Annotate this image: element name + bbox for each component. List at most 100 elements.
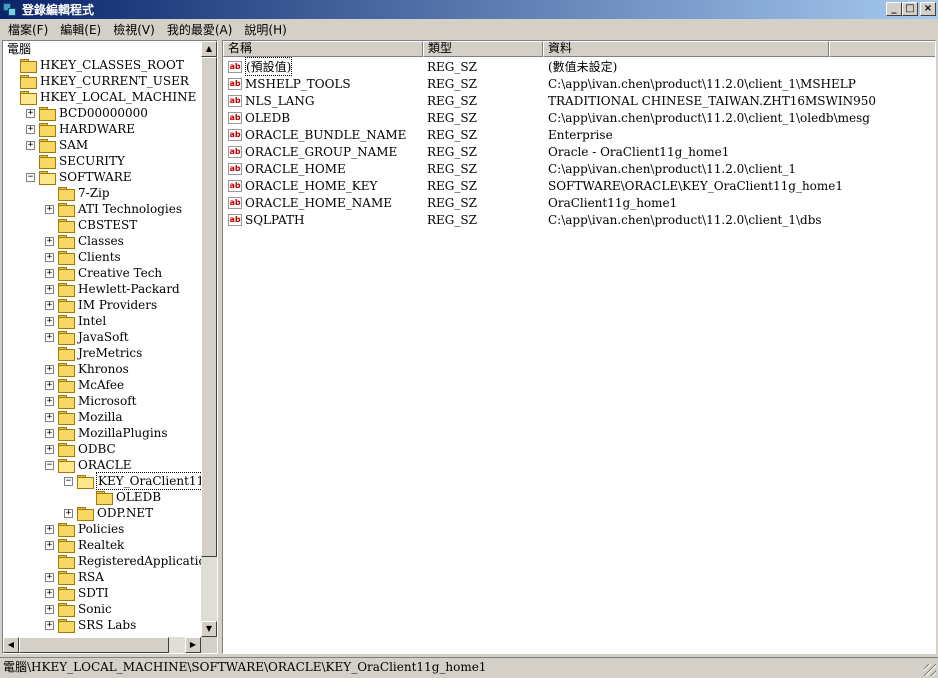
value-row[interactable]: ab MSHELP_TOOLS REG_SZ C:\app\ivan.chen\pro…	[223, 75, 923, 92]
tree-item-label[interactable]: ODBC	[77, 441, 117, 457]
value-name-cell[interactable]: ab ORACLE_GROUP_NAME	[223, 145, 423, 159]
value-name-cell[interactable]: ab ORACLE_HOME_KEY	[223, 179, 423, 193]
tree-item-label[interactable]: Clients	[77, 249, 122, 265]
resize-grip-icon[interactable]	[924, 664, 936, 676]
scroll-left-arrow-icon[interactable]: ◀	[3, 637, 19, 653]
menu-view[interactable]: 檢視(V)	[107, 21, 161, 38]
key-tree-pane[interactable]: 電腦 HKEY_CLASSES_ROOT HKEY_CURRENT_USER HKE…	[2, 40, 218, 654]
tree-item-label[interactable]: OLEDB	[115, 489, 162, 505]
tree-item[interactable]: + McAfee	[45, 377, 125, 393]
tree-item-label[interactable]: Hewlett-Packard	[77, 281, 181, 297]
tree-item-label[interactable]: 7-Zip	[77, 185, 111, 201]
tree-item-label[interactable]: IM Providers	[77, 297, 158, 313]
expand-plus-icon[interactable]: +	[45, 428, 54, 438]
expand-plus-icon[interactable]: +	[45, 300, 54, 310]
expand-plus-icon[interactable]: +	[45, 396, 54, 406]
expand-plus-icon[interactable]: +	[45, 204, 54, 214]
column-header-data[interactable]: 資料	[543, 41, 829, 57]
value-name[interactable]: SQLPATH	[245, 213, 304, 227]
value-row[interactable]: ab SQLPATH REG_SZ C:\app\ivan.chen\product\…	[223, 211, 923, 228]
value-row[interactable]: ab ORACLE_HOME_KEY REG_SZ SOFTWARE\ORACLE\K…	[223, 177, 923, 194]
tree-item[interactable]: − KEY_OraClient11g_home1	[64, 472, 201, 490]
tree-item-label[interactable]: Khronos	[77, 361, 130, 377]
tree-item-label[interactable]: RSA	[77, 569, 105, 585]
collapse-minus-icon[interactable]: −	[45, 460, 54, 470]
tree-item[interactable]: + HARDWARE	[26, 121, 136, 137]
tree-item[interactable]: JreMetrics	[45, 345, 143, 361]
tree-item-label[interactable]: Mozilla	[77, 409, 124, 425]
expand-plus-icon[interactable]: +	[45, 268, 54, 278]
expand-plus-icon[interactable]: +	[26, 124, 35, 134]
tree-item-label[interactable]: ATI Technologies	[77, 201, 183, 217]
tree-item[interactable]: + Mozilla	[45, 409, 124, 425]
tree-item-label[interactable]: RegisteredApplications	[77, 553, 201, 569]
value-name[interactable]: ORACLE_GROUP_NAME	[245, 145, 397, 159]
value-name[interactable]: NLS_LANG	[245, 94, 314, 108]
value-row[interactable]: ab (預設值) REG_SZ (數值未設定)	[223, 57, 923, 76]
tree-item-label[interactable]: McAfee	[77, 377, 125, 393]
tree-item-label[interactable]: Sonic	[77, 601, 113, 617]
value-name-cell[interactable]: ab ORACLE_HOME	[223, 162, 423, 176]
title-bar[interactable]: 登錄編輯程式 _ □ ×	[0, 0, 938, 19]
tree-item[interactable]: + ODBC	[45, 441, 117, 457]
tree-item-label[interactable]: Classes	[77, 233, 125, 249]
tree-horizontal-scrollbar[interactable]: ◀ ▶	[3, 637, 201, 653]
expand-plus-icon[interactable]: +	[45, 284, 54, 294]
expand-plus-icon[interactable]: +	[45, 316, 54, 326]
minimize-button[interactable]: _	[886, 2, 902, 16]
expand-plus-icon[interactable]: +	[45, 332, 54, 342]
expand-plus-icon[interactable]: +	[26, 140, 35, 150]
expand-plus-icon[interactable]: +	[45, 524, 54, 534]
tree-item-label[interactable]: SDTI	[77, 585, 110, 601]
maximize-button[interactable]: □	[902, 2, 918, 16]
tree-item[interactable]: + IM Providers	[45, 297, 158, 313]
tree-item[interactable]: + Creative Tech	[45, 265, 163, 281]
expand-plus-icon[interactable]: +	[45, 380, 54, 390]
collapse-minus-icon[interactable]: −	[64, 476, 73, 486]
value-name[interactable]: ORACLE_HOME_KEY	[245, 179, 377, 193]
value-name-cell[interactable]: ab (預設值)	[223, 57, 423, 76]
tree-item-label[interactable]: HKEY_LOCAL_MACHINE	[39, 89, 197, 105]
tree-item-label[interactable]: JreMetrics	[77, 345, 143, 361]
value-name[interactable]: (預設值)	[245, 57, 293, 76]
tree-item-label[interactable]: BCD00000000	[58, 105, 149, 121]
tree-item-label[interactable]: MozillaPlugins	[77, 425, 169, 441]
tree-item[interactable]: − ORACLE	[45, 457, 132, 473]
tree-item[interactable]: + Policies	[45, 521, 125, 537]
tree-item-label[interactable]: HARDWARE	[58, 121, 136, 137]
value-name[interactable]: ORACLE_HOME	[245, 162, 346, 176]
tree-root-computer[interactable]: 電腦	[3, 41, 217, 57]
expand-plus-icon[interactable]: +	[45, 412, 54, 422]
menu-help[interactable]: 說明(H)	[238, 21, 292, 38]
expand-plus-icon[interactable]: +	[45, 588, 54, 598]
scroll-right-arrow-icon[interactable]: ▶	[185, 637, 201, 653]
tree-item-label[interactable]: KEY_OraClient11g_home1	[96, 472, 201, 490]
tree-item-label[interactable]: Creative Tech	[77, 265, 163, 281]
tree-vscroll-thumb[interactable]	[201, 57, 217, 557]
expand-plus-icon[interactable]: +	[45, 236, 54, 246]
tree-item[interactable]: + BCD00000000	[26, 105, 149, 121]
tree-item[interactable]: + SRS Labs	[45, 617, 137, 633]
value-row[interactable]: ab ORACLE_HOME REG_SZ C:\app\ivan.chen\prod…	[223, 160, 923, 177]
key-tree[interactable]: HKEY_CLASSES_ROOT HKEY_CURRENT_USER HKEY_L…	[3, 57, 201, 637]
value-name-cell[interactable]: ab SQLPATH	[223, 213, 423, 227]
tree-item-label[interactable]: Realtek	[77, 537, 125, 553]
tree-item-label[interactable]: SECURITY	[58, 153, 126, 169]
tree-item[interactable]: + Khronos	[45, 361, 130, 377]
value-row[interactable]: ab ORACLE_BUNDLE_NAME REG_SZ Enterprise	[223, 126, 923, 143]
tree-item[interactable]: + Realtek	[45, 537, 125, 553]
value-name-cell[interactable]: ab OLEDB	[223, 111, 423, 125]
tree-item-label[interactable]: SAM	[58, 137, 89, 153]
tree-item[interactable]: HKEY_LOCAL_MACHINE	[7, 89, 197, 105]
expand-plus-icon[interactable]: +	[45, 604, 54, 614]
column-header-type[interactable]: 類型	[423, 41, 543, 57]
tree-item-label[interactable]: HKEY_CURRENT_USER	[39, 73, 190, 89]
column-header-name[interactable]: 名稱	[223, 41, 423, 57]
tree-item-label[interactable]: ODP.NET	[96, 505, 154, 521]
tree-item-label[interactable]: ORACLE	[77, 457, 132, 473]
tree-item[interactable]: SECURITY	[26, 153, 126, 169]
tree-item-label[interactable]: JavaSoft	[77, 329, 130, 345]
expand-plus-icon[interactable]: +	[45, 444, 54, 454]
tree-item[interactable]: + Microsoft	[45, 393, 137, 409]
value-name[interactable]: ORACLE_BUNDLE_NAME	[245, 128, 406, 142]
